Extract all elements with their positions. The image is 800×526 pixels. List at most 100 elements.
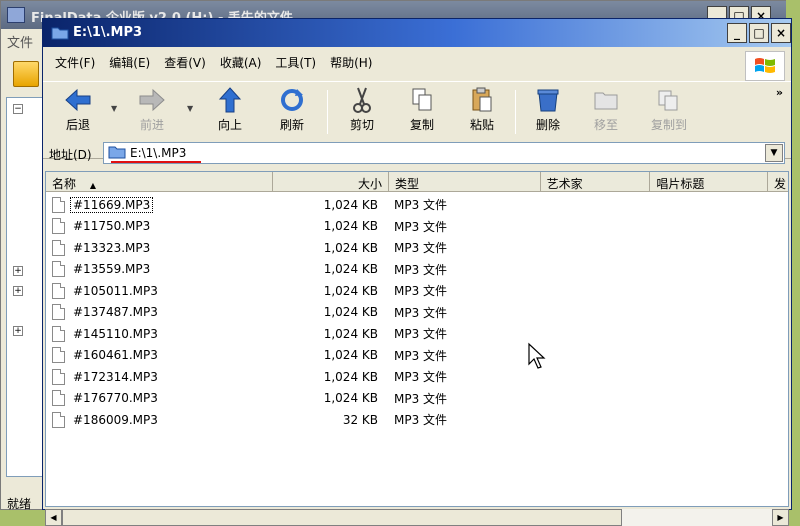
scrollbar-track[interactable] <box>62 509 772 526</box>
forward-button[interactable]: 前进 <box>127 86 177 134</box>
menu-view[interactable]: 查看(V) <box>158 49 212 73</box>
delete-button[interactable]: 删除 <box>523 86 573 134</box>
menu-edit[interactable]: 编辑(E) <box>103 49 156 73</box>
file-icon <box>52 411 65 428</box>
file-row[interactable]: #11750.MP3 1,024 KB MP3 文件 <box>46 216 788 238</box>
maximize-button[interactable]: □ <box>749 23 769 43</box>
file-type: MP3 文件 <box>394 305 448 320</box>
file-row[interactable]: #172314.MP3 1,024 KB MP3 文件 <box>46 366 788 388</box>
file-name-cell: #105011.MP3 <box>46 282 274 299</box>
minimize-button[interactable]: _ <box>727 23 747 43</box>
file-name: #13559.MP3 <box>73 262 151 277</box>
file-rows: #11669.MP3 1,024 KB MP3 文件 #11750.MP3 1,024 … <box>46 194 788 431</box>
file-name-cell: #172314.MP3 <box>46 368 274 385</box>
up-arrow-icon <box>218 86 242 114</box>
column-header-size[interactable]: 大小 <box>273 172 390 192</box>
column-headers: 名称 ▲ 大小 类型 艺术家 唱片标题 发 <box>46 172 788 192</box>
file-name-cell: #160461.MP3 <box>46 347 274 364</box>
file-row[interactable]: #137487.MP3 1,024 KB MP3 文件 <box>46 302 788 324</box>
address-value: E:\1\.MP3 <box>130 146 187 160</box>
address-red-underline <box>111 161 201 163</box>
explorer-titlebar[interactable]: E:\1\.MP3 <box>43 19 791 47</box>
file-name: #186009.MP3 <box>73 412 158 427</box>
column-header-name[interactable]: 名称 ▲ <box>46 172 274 192</box>
cut-button[interactable]: 剪切 <box>337 86 387 134</box>
column-header-album[interactable]: 唱片标题 <box>650 172 769 192</box>
horizontal-scrollbar[interactable]: ◀ ▶ <box>45 509 789 526</box>
file-row[interactable]: #13559.MP3 1,024 KB MP3 文件 <box>46 259 788 281</box>
file-list[interactable]: 名称 ▲ 大小 类型 艺术家 唱片标题 发 #11669.MP3 1,024 KB… <box>45 171 789 507</box>
file-icon <box>52 304 65 321</box>
delete-bin-icon <box>535 86 561 114</box>
menu-favorites[interactable]: 收藏(A) <box>214 49 268 73</box>
window-title: E:\1\.MP3 <box>73 25 143 40</box>
menu-bar: 文件(F) 编辑(E) 查看(V) 收藏(A) 工具(T) 帮助(H) <box>43 49 791 73</box>
clipboard-icon <box>470 86 494 114</box>
toolbar-more-icon[interactable]: » <box>776 86 783 99</box>
file-type: MP3 文件 <box>394 198 448 213</box>
move-folder-icon <box>593 86 619 114</box>
file-size: 1,024 KB <box>323 391 378 406</box>
address-input[interactable]: E:\1\.MP3 ▼ <box>103 142 785 164</box>
menu-help[interactable]: 帮助(H) <box>324 49 378 73</box>
forward-dropdown-icon[interactable]: ▼ <box>187 104 193 113</box>
tree-expand-icon[interactable]: + <box>13 266 23 276</box>
file-name-cell: #137487.MP3 <box>46 304 274 321</box>
refresh-icon <box>279 86 305 114</box>
file-row[interactable]: #105011.MP3 1,024 KB MP3 文件 <box>46 280 788 302</box>
file-icon <box>52 239 65 256</box>
file-name: #11669.MP3 <box>69 196 154 213</box>
file-size: 1,024 KB <box>323 283 378 298</box>
file-icon <box>52 218 65 235</box>
tree-expand-icon[interactable]: + <box>13 326 23 336</box>
file-name-cell: #13559.MP3 <box>46 261 274 278</box>
menu-file[interactable]: 文件(F) <box>49 49 101 73</box>
back-dropdown-icon[interactable]: ▼ <box>111 104 117 113</box>
file-name: #105011.MP3 <box>73 283 158 298</box>
file-type: MP3 文件 <box>394 284 448 299</box>
column-header-extra[interactable]: 发 <box>768 172 788 192</box>
file-type: MP3 文件 <box>394 262 448 277</box>
background-menu-file[interactable]: 文件 <box>7 32 33 51</box>
address-label: 地址(D) <box>49 148 92 162</box>
forward-arrow-icon <box>138 86 166 114</box>
file-name-cell: #11669.MP3 <box>46 196 274 213</box>
paste-button[interactable]: 粘贴 <box>457 86 507 134</box>
tree-collapse-icon[interactable]: − <box>13 104 23 114</box>
background-tree-panel[interactable]: − + + + <box>6 97 46 477</box>
back-arrow-icon <box>64 86 92 114</box>
back-button[interactable]: 后退 <box>53 86 103 134</box>
file-row[interactable]: #145110.MP3 1,024 KB MP3 文件 <box>46 323 788 345</box>
file-type: MP3 文件 <box>394 370 448 385</box>
scroll-left-icon[interactable]: ◀ <box>45 509 62 526</box>
address-dropdown-icon[interactable]: ▼ <box>765 144 783 162</box>
move-to-button[interactable]: 移至 <box>581 86 631 134</box>
scroll-right-icon[interactable]: ▶ <box>772 509 789 526</box>
up-button[interactable]: 向上 <box>205 86 255 134</box>
file-row[interactable]: #176770.MP3 1,024 KB MP3 文件 <box>46 388 788 410</box>
menu-tools[interactable]: 工具(T) <box>269 49 322 73</box>
file-row[interactable]: #186009.MP3 32 KB MP3 文件 <box>46 409 788 431</box>
scissors-icon <box>350 86 374 114</box>
column-header-artist[interactable]: 艺术家 <box>541 172 651 192</box>
background-open-folder-icon[interactable] <box>13 61 39 87</box>
file-type: MP3 文件 <box>394 219 448 234</box>
file-name: #176770.MP3 <box>73 391 158 406</box>
file-name: #145110.MP3 <box>73 326 158 341</box>
file-name-cell: #176770.MP3 <box>46 390 274 407</box>
column-header-type[interactable]: 类型 <box>389 172 541 192</box>
close-button[interactable]: × <box>771 23 791 43</box>
scrollbar-thumb[interactable] <box>62 509 622 526</box>
file-size: 1,024 KB <box>323 197 378 212</box>
file-row[interactable]: #160461.MP3 1,024 KB MP3 文件 <box>46 345 788 367</box>
file-name-cell: #11750.MP3 <box>46 218 274 235</box>
file-row[interactable]: #13323.MP3 1,024 KB MP3 文件 <box>46 237 788 259</box>
file-row[interactable]: #11669.MP3 1,024 KB MP3 文件 <box>46 194 788 216</box>
copy-to-button[interactable]: 复制到 <box>641 86 697 134</box>
file-size: 1,024 KB <box>323 348 378 363</box>
copy-button[interactable]: 复制 <box>397 86 447 134</box>
refresh-button[interactable]: 刷新 <box>267 86 317 134</box>
tree-expand-icon[interactable]: + <box>13 286 23 296</box>
folder-icon <box>51 25 69 44</box>
file-type: MP3 文件 <box>394 241 448 256</box>
